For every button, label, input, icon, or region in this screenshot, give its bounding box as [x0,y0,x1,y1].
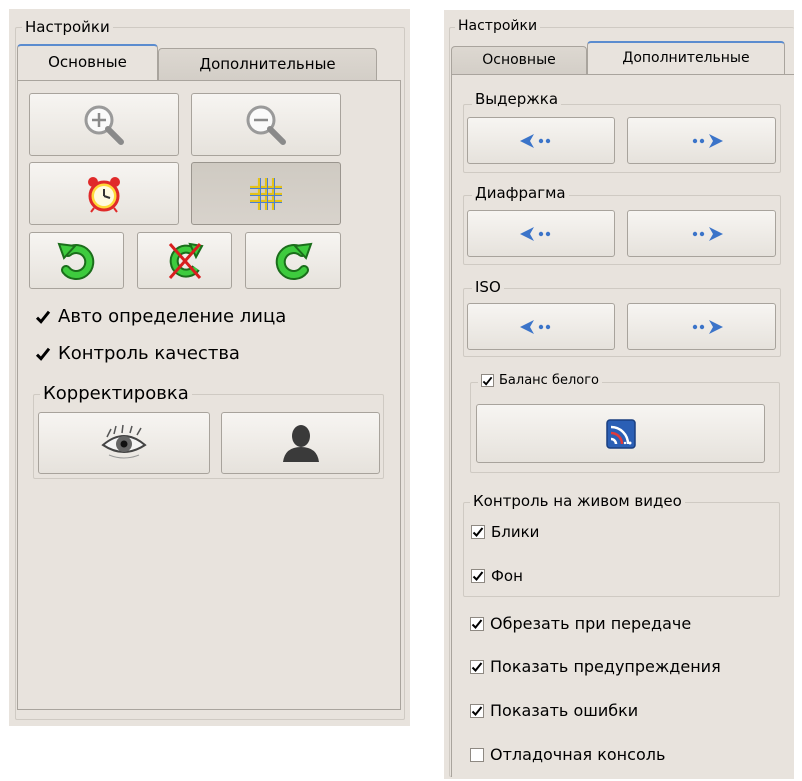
checkmark-icon [35,347,51,361]
white-balance-checkbox[interactable]: Баланс белого [478,373,603,388]
white-balance-button[interactable] [476,404,765,463]
checkbox-label: Блики [491,523,540,541]
correction-group-title: Корректировка [40,385,192,403]
tab-label: Дополнительные [199,55,336,73]
crop-on-transfer-checkbox[interactable]: Обрезать при передаче [470,614,691,633]
checkbox-box[interactable] [470,616,484,631]
iso-group-title: ISO [472,280,504,295]
checkbox-box[interactable] [470,747,484,762]
eye-correction-button[interactable] [38,412,210,474]
rotate-right-button[interactable] [245,232,341,289]
tab-label: Дополнительные [622,50,750,66]
white-balance-icon [605,418,636,449]
right-tab-basic[interactable]: Основные [451,46,587,75]
arrow-left-icon [520,319,551,334]
left-settings-title: Настройки [22,20,113,35]
alarm-clock-icon [88,176,120,213]
checkmark-icon [471,661,483,672]
live-video-group-title: Контроль на живом видео [470,494,685,509]
zoom-out-button[interactable] [191,93,341,156]
zoom-out-icon [246,105,286,145]
checkbox-label: Авто определение лица [58,306,287,327]
tab-label: Основные [482,52,556,68]
exposure-increase-button[interactable] [627,117,776,164]
arrow-left-icon [520,226,551,241]
eye-icon [101,424,147,459]
right-settings-title: Настройки [455,19,541,33]
checkbox-label: Контроль качества [58,343,240,364]
arrow-right-icon [692,319,723,334]
checkbox-label: Показать ошибки [490,701,639,720]
checkbox-box[interactable] [481,374,494,387]
glare-checkbox[interactable]: Блики [471,523,539,541]
exposure-decrease-button[interactable] [467,117,615,164]
quality-control-checkbox[interactable]: Контроль качества [34,343,240,364]
checkmark-icon [482,376,493,386]
arrow-left-icon [520,133,551,148]
checkbox-box[interactable] [34,308,52,326]
auto-face-detection-checkbox[interactable]: Авто определение лица [34,306,286,327]
grid-toggle-button[interactable] [191,162,341,225]
checkbox-box[interactable] [470,703,484,718]
checkbox-label: Отладочная консоль [490,745,666,764]
checkbox-label: Фон [491,567,523,585]
aperture-group-title: Диафрагма [472,186,569,201]
show-errors-checkbox[interactable]: Показать ошибки [470,701,638,720]
rotate-left-icon [57,242,94,280]
checkbox-label: Обрезать при передаче [490,614,692,633]
checkmark-icon [35,310,51,324]
person-silhouette-icon [282,425,319,462]
left-tab-advanced[interactable]: Дополнительные [158,48,377,81]
zoom-in-button[interactable] [29,93,179,156]
grid-icon [250,177,282,210]
aperture-decrease-button[interactable] [467,210,615,257]
iso-decrease-button[interactable] [467,303,615,350]
rotate-left-button[interactable] [29,232,124,289]
rotate-right-icon [275,242,313,280]
background-checkbox[interactable]: Фон [471,567,523,585]
arrow-right-icon [692,226,723,241]
timer-button[interactable] [29,162,179,225]
left-tab-basic[interactable]: Основные [17,44,158,81]
reset-rotation-button[interactable] [137,232,232,289]
checkbox-box[interactable] [471,569,485,583]
checkbox-label: Показать предупреждения [490,657,721,676]
person-correction-button[interactable] [221,412,380,474]
checkbox-box[interactable] [34,345,52,363]
exposure-group-title: Выдержка [472,92,562,107]
show-warnings-checkbox[interactable]: Показать предупреждения [470,657,721,676]
arrow-right-icon [692,133,723,148]
checkmark-icon [471,705,483,716]
checkmark-icon [472,527,484,537]
checkbox-box[interactable] [471,525,485,539]
right-tab-advanced[interactable]: Дополнительные [587,41,785,75]
checkbox-box[interactable] [470,659,484,674]
debug-console-checkbox[interactable]: Отладочная консоль [470,745,665,764]
iso-increase-button[interactable] [627,303,776,350]
tab-label: Основные [48,53,127,71]
reset-rotation-icon [168,242,204,279]
checkbox-label: Баланс белого [499,373,600,388]
aperture-increase-button[interactable] [627,210,776,257]
zoom-in-icon [84,105,124,145]
checkmark-icon [472,571,484,581]
checkmark-icon [471,618,483,629]
